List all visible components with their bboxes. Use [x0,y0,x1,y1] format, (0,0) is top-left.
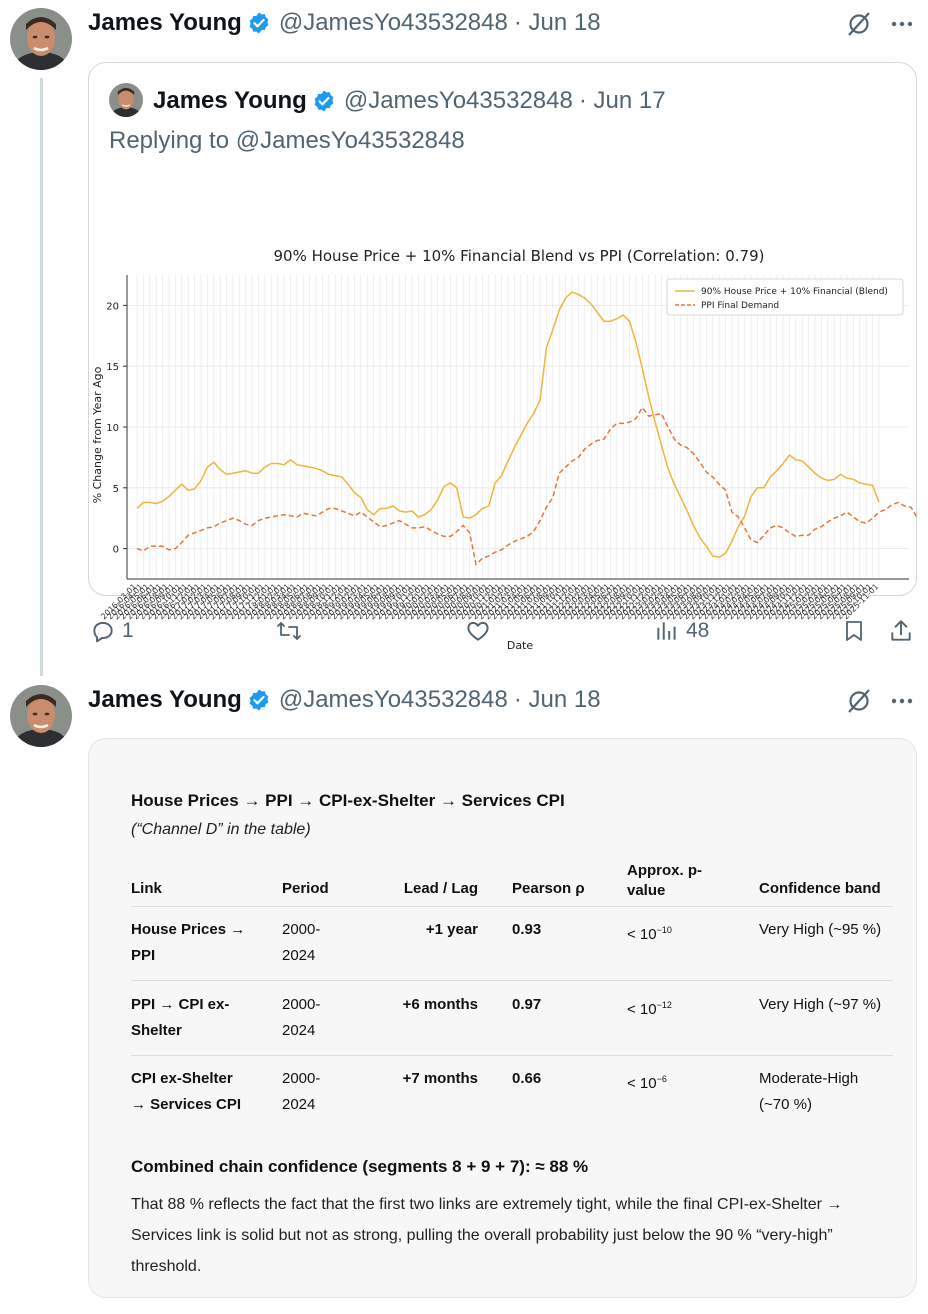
header-divider [131,906,893,907]
quoted-author-name: James Young [153,87,307,114]
author-handle[interactable]: @JamesYo43532848 [279,686,508,714]
share-button[interactable] [888,618,914,644]
column-header-period: Period [282,880,329,897]
reply-count: 1 [122,619,134,642]
thread-connector-line [40,78,43,676]
more-options-icon[interactable] [889,11,915,37]
quoted-author-handle: @JamesYo43532848 [343,87,573,114]
attached-image-card[interactable]: House Prices → PPI → CPI-ex-Shelter → Se… [88,738,917,1298]
post-date[interactable]: · Jun 18 [514,686,601,714]
views-icon [657,622,676,640]
column-header-lead-lag: Lead / Lag [403,880,478,897]
verified-badge-icon [249,12,269,34]
author-name[interactable]: James Young [88,686,242,714]
table-cell-period: 2000- 2024 [282,921,321,964]
table-cell-period: 2000- 2024 [282,996,321,1039]
table-cell-pvalue: < 10−6 [627,1074,667,1092]
post-date[interactable]: · Jun 18 [514,9,601,37]
y-tick-label: 20 [106,301,119,312]
table-cell-link: CPI ex-Shelter → Services CPI [131,1070,242,1113]
views-count: 48 [686,619,710,642]
row-divider [131,980,893,981]
more-options-icon[interactable] [889,688,915,714]
legend-label: 90% House Price + 10% Financial (Blend) [701,287,888,297]
table-cell-pvalue: < 10−10 [627,925,672,943]
post-header: James Young @JamesYo43532848 · Jun 18 [88,685,601,715]
table-cell-pearson: 0.93 [512,921,542,938]
verified-badge-icon [314,90,334,112]
column-header-pvalue-line2: value [627,882,666,899]
views-button[interactable]: 48 [654,618,709,644]
y-tick-label: 10 [106,423,119,434]
quoted-header: James Young @JamesYo43532848 · Jun 17 [153,87,666,115]
combined-confidence-heading: Combined chain confidence (segments 8 + … [131,1157,589,1176]
post-actions-bar: 1 48 [88,612,917,652]
y-tick-label: 0 [113,545,119,556]
repost-button[interactable] [275,618,303,644]
share-icon [891,620,911,641]
avatar[interactable] [10,8,72,70]
bookmark-icon [846,621,862,641]
table-cell-pearson: 0.66 [512,1070,542,1087]
author-handle[interactable]: @JamesYo43532848 [279,9,508,37]
y-tick-label: 15 [106,362,119,373]
chart-body: 90% House Price + 10% Financial Blend vs… [91,247,919,652]
table-cell-confidence: Very High (~95 %) [759,921,882,938]
table-cell-period: 2000- 2024 [282,1070,321,1113]
line-chart: 90% House Price + 10% Financial Blend vs… [91,247,919,652]
quoted-post-card[interactable]: James Young @JamesYo43532848 · Jun 17 Re… [88,62,919,652]
card-title: House Prices → PPI → CPI-ex-Shelter → Se… [131,791,565,810]
table-cell-confidence: Very High (~97 %) [759,996,882,1013]
table-cell-link: PPI → CPI ex- Shelter [131,996,230,1039]
post-header-icons [845,687,915,715]
table-cell-confidence: Moderate-High (~70 %) [759,1070,859,1113]
table-cell-lead-lag: +1 year [425,921,478,938]
avatar-image [10,685,72,747]
table-cell-lead-lag: +7 months [402,1070,478,1087]
grok-icon[interactable] [845,687,873,715]
replying-to-text: Replying to @JamesYo43532848 [109,127,465,154]
quoted-avatar [109,83,143,117]
quoted-avatar-image [109,83,143,117]
column-header-pvalue-line1: Approx. p- [627,862,702,879]
grok-icon[interactable] [845,10,873,38]
like-button[interactable] [465,618,491,644]
y-axis-label: % Change from Year Ago [91,366,104,503]
table-cell-link: House Prices → PPI [131,921,246,964]
row-divider [131,1055,893,1056]
chart-title: 90% House Price + 10% Financial Blend vs… [273,247,764,265]
column-header-confidence: Confidence band [759,880,881,897]
reply-button[interactable]: 1 [90,618,134,644]
table-cell-pearson: 0.97 [512,996,542,1013]
column-header-pearson: Pearson ρ [512,880,585,897]
avatar[interactable] [10,685,72,747]
post-header-icons [845,10,915,38]
explanation-paragraph: That 88 % reflects the fact that the fir… [131,1196,843,1275]
heart-icon [467,621,489,641]
table-cell-pvalue: < 10−12 [627,1000,672,1018]
bookmark-button[interactable] [842,618,866,644]
avatar-image [10,8,72,70]
quoted-post-date: · Jun 17 [578,87,666,114]
legend-label: PPI Final Demand [701,301,779,311]
author-name[interactable]: James Young [88,9,242,37]
repost-icon [277,622,301,640]
y-tick-label: 5 [113,484,119,495]
post-header: James Young @JamesYo43532848 · Jun 18 [88,8,601,38]
reply-icon [93,621,113,643]
verified-badge-icon [249,689,269,711]
card-subtitle: (“Channel D” in the table) [131,821,311,838]
table-cell-lead-lag: +6 months [402,996,478,1013]
column-header-pvalue: Approx. p- value [627,861,702,901]
column-header-link: Link [131,880,162,897]
